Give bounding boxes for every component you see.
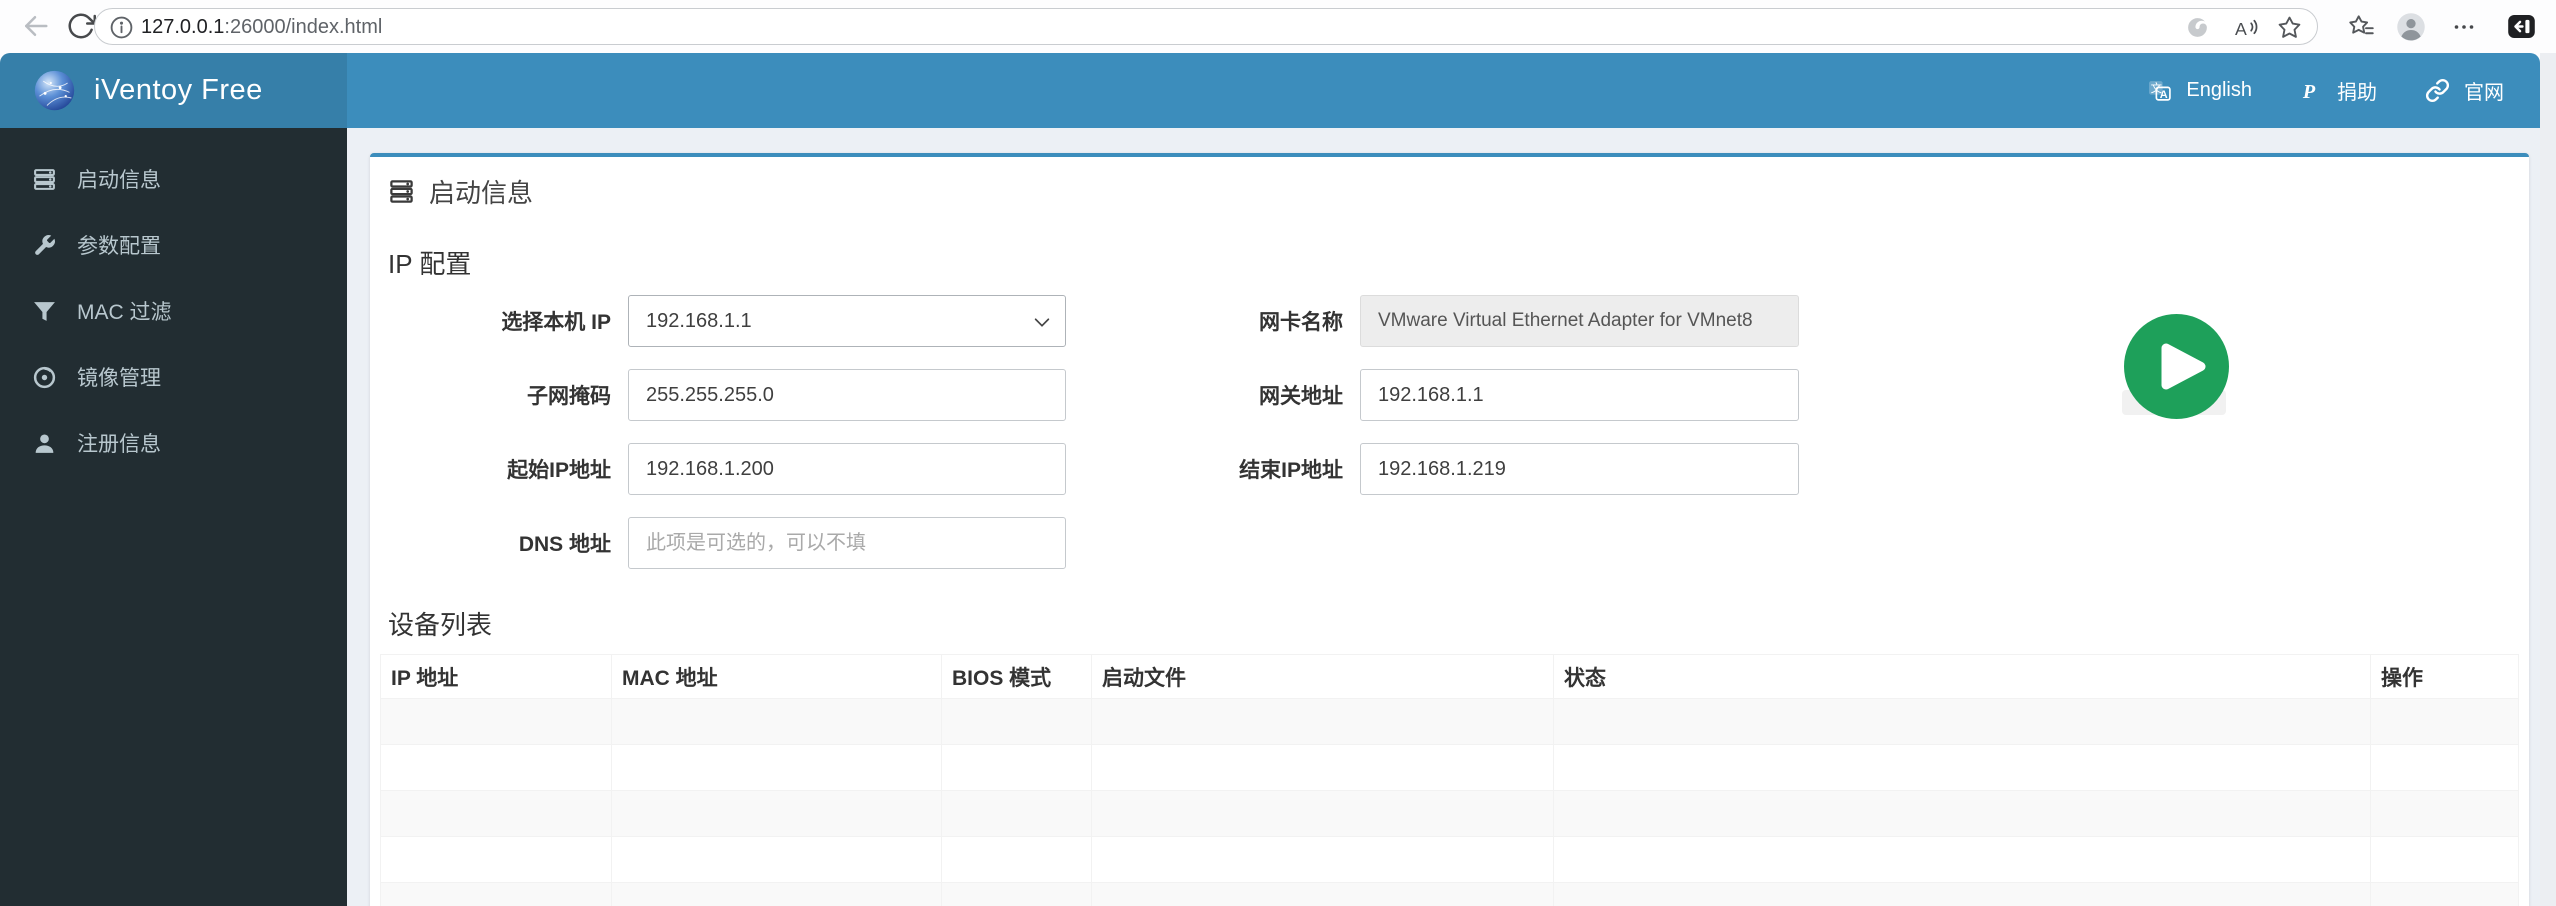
table-header-row: IP 地址 MAC 地址 BIOS 模式 启动文件 状态 操作 [380, 654, 2519, 699]
gateway-label: 网关地址 [1259, 385, 1343, 408]
dns-label: DNS 地址 [518, 533, 611, 556]
sidebar-item-label: 启动信息 [77, 169, 161, 192]
sidebar-item-label: 注册信息 [77, 433, 161, 456]
local-ip-label: 选择本机 IP [501, 311, 611, 334]
app-logo[interactable]: iVentoy Free [0, 53, 347, 128]
translate-icon: 文A [2149, 81, 2172, 101]
refresh-icon[interactable] [66, 11, 96, 41]
col-status: 状态 [1553, 654, 2371, 699]
svg-text:A: A [2235, 19, 2247, 39]
sidebar: 启动信息 参数配置 MAC 过滤 镜像管理 注册信息 [0, 128, 347, 906]
local-ip-selected-value: 192.168.1.1 [646, 309, 752, 332]
language-switch-label: English [2186, 79, 2252, 101]
sidebar-item-config[interactable]: 参数配置 [0, 212, 347, 278]
nic-name-field [1360, 295, 1799, 347]
boot-info-card: 启动信息 IP 配置 选择本机 IP 192.168.1.1 网卡名称 子网掩码… [370, 153, 2529, 906]
top-navbar: 文A English P 捐助 官网 [347, 53, 2540, 128]
filter-icon [34, 301, 55, 321]
subnet-mask-label: 子网掩码 [527, 385, 611, 408]
donate-label: 捐助 [2337, 82, 2377, 104]
more-menu-icon[interactable] [2452, 15, 2476, 39]
sidebar-item-label: 参数配置 [77, 235, 161, 258]
chevron-down-icon [1034, 318, 1050, 327]
disc-icon [33, 366, 56, 388]
add-favorite-star-icon[interactable] [2277, 15, 2302, 40]
table-row [380, 836, 2519, 883]
donate-link[interactable]: P 捐助 [2276, 53, 2401, 128]
address-bar[interactable]: 127.0.0.1:26000/index.html A [94, 8, 2318, 45]
gateway-field[interactable] [1360, 369, 1799, 421]
local-ip-select[interactable]: 192.168.1.1 [628, 295, 1066, 347]
col-actions: 操作 [2370, 654, 2519, 699]
sidebar-item-mac-filter[interactable]: MAC 过滤 [0, 278, 347, 344]
col-mac-address: MAC 地址 [611, 654, 942, 699]
official-site-label: 官网 [2464, 82, 2504, 104]
globe-logo-icon [34, 70, 75, 111]
col-bios-mode: BIOS 模式 [941, 654, 1092, 699]
site-info-icon[interactable] [109, 15, 134, 40]
ip-end-label: 结束IP地址 [1239, 459, 1343, 482]
iventoy-page: iVentoy Free 文A English P 捐助 官网 启动信息 参数配… [0, 53, 2540, 906]
sidebar-toggle-icon[interactable] [2507, 12, 2536, 41]
paypal-icon: P [2302, 81, 2316, 103]
url-text[interactable]: 127.0.0.1:26000/index.html [141, 16, 382, 39]
table-row [380, 698, 2519, 745]
device-table: IP 地址 MAC 地址 BIOS 模式 启动文件 状态 操作 [380, 654, 2519, 906]
profile-avatar[interactable] [2396, 12, 2426, 42]
start-service-button[interactable] [2124, 314, 2229, 419]
user-icon [35, 433, 54, 453]
dns-field[interactable] [628, 517, 1066, 569]
sidebar-item-boot-info[interactable]: 启动信息 [0, 146, 347, 212]
sidebar-item-label: MAC 过滤 [77, 301, 172, 324]
language-switch-link[interactable]: 文A English [2123, 53, 2276, 128]
device-list-heading: 设备列表 [388, 610, 493, 640]
server-icon [390, 180, 413, 203]
browser-essentials-icon[interactable] [2185, 15, 2210, 40]
table-row [380, 790, 2519, 837]
svg-text:P: P [2302, 81, 2316, 103]
app-header: iVentoy Free 文A English P 捐助 官网 [0, 53, 2540, 128]
link-icon [2425, 78, 2450, 103]
nic-name-label: 网卡名称 [1259, 311, 1343, 334]
col-ip-address: IP 地址 [380, 654, 612, 699]
page-title-text: 启动信息 [429, 178, 534, 208]
table-row [380, 882, 2519, 906]
sidebar-item-image-mgmt[interactable]: 镜像管理 [0, 344, 347, 410]
read-aloud-icon[interactable]: A [2234, 15, 2259, 40]
browser-toolbar: 127.0.0.1:26000/index.html A [0, 0, 2556, 53]
back-arrow-icon[interactable] [20, 11, 50, 41]
sidebar-item-register-info[interactable]: 注册信息 [0, 410, 347, 476]
table-row [380, 744, 2519, 791]
page-title: 启动信息 [388, 173, 2519, 210]
ip-end-field[interactable] [1360, 443, 1799, 495]
device-table-body [380, 698, 2519, 906]
svg-text:A: A [2160, 89, 2168, 101]
ip-start-field[interactable] [628, 443, 1066, 495]
wrench-icon [35, 234, 55, 255]
server-icon [34, 168, 55, 190]
brand-title: iVentoy Free [94, 74, 263, 106]
ip-config-heading: IP 配置 [388, 249, 472, 279]
col-boot-file: 启动文件 [1091, 654, 1554, 699]
subnet-mask-field[interactable] [628, 369, 1066, 421]
favorites-icon[interactable] [2348, 13, 2375, 40]
page-scrollbar[interactable] [2540, 53, 2556, 906]
main-content: 启动信息 IP 配置 选择本机 IP 192.168.1.1 网卡名称 子网掩码… [347, 128, 2540, 906]
ip-start-label: 起始IP地址 [507, 459, 611, 482]
sidebar-item-label: 镜像管理 [77, 367, 161, 390]
official-site-link[interactable]: 官网 [2401, 53, 2528, 128]
